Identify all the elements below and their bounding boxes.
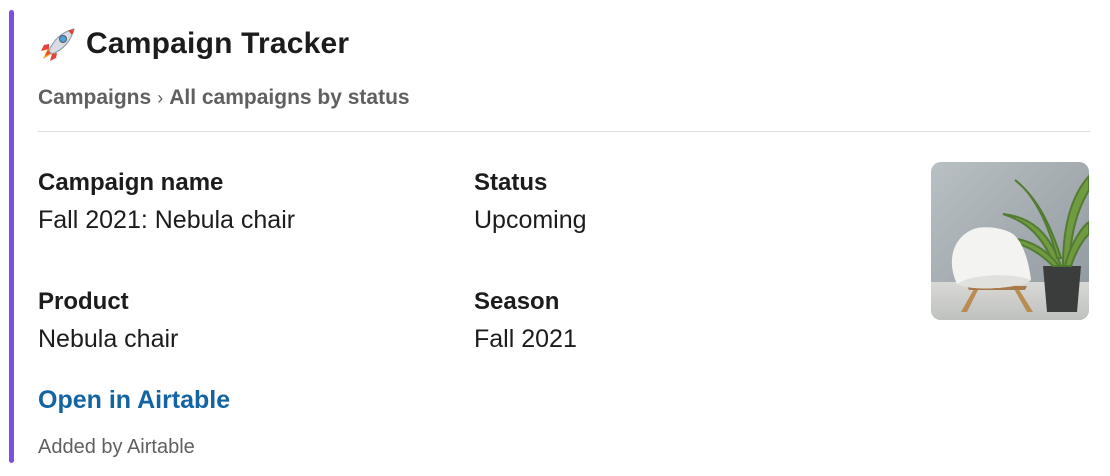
- field-status: Status Upcoming: [474, 168, 587, 236]
- unfurl-card: Campaign Tracker Campaigns › All campaig…: [38, 0, 1090, 476]
- divider: [38, 131, 1090, 132]
- breadcrumb: Campaigns › All campaigns by status: [38, 86, 410, 110]
- added-by-footer: Added by Airtable: [38, 436, 195, 458]
- accent-bar: [9, 10, 14, 463]
- thumbnail-image[interactable]: [931, 162, 1089, 320]
- field-value: Nebula chair: [38, 325, 179, 353]
- open-in-airtable-link[interactable]: Open in Airtable: [38, 386, 230, 415]
- breadcrumb-current[interactable]: All campaigns by status: [169, 86, 409, 110]
- field-label: Campaign name: [38, 169, 224, 196]
- field-value: Upcoming: [474, 206, 587, 234]
- field-label: Status: [474, 169, 548, 196]
- field-label: Season: [474, 288, 560, 315]
- field-product: Product Nebula chair: [38, 287, 178, 355]
- breadcrumb-separator: ›: [157, 88, 164, 108]
- field-value: Fall 2021: Nebula chair: [38, 206, 296, 234]
- field-campaign-name: Campaign name Fall 2021: Nebula chair: [38, 168, 295, 236]
- field-value: Fall 2021: [474, 325, 577, 353]
- field-season: Season Fall 2021: [474, 287, 577, 355]
- field-label: Product: [38, 288, 129, 315]
- card-title: Campaign Tracker: [86, 27, 350, 60]
- breadcrumb-parent[interactable]: Campaigns: [38, 86, 151, 110]
- card-header: Campaign Tracker: [38, 26, 349, 62]
- rocket-icon: [38, 26, 78, 62]
